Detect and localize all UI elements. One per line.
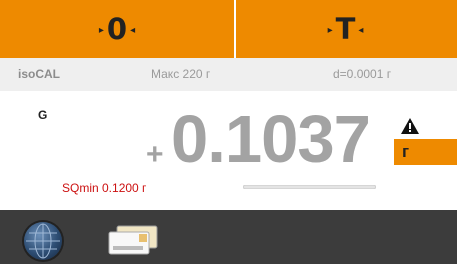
readability: d=0.0001 г	[333, 67, 392, 81]
taskbar	[0, 210, 457, 264]
cal-label: isoCAL	[18, 67, 60, 81]
arrow-left-icon: ◂	[130, 24, 136, 36]
card-icon[interactable]	[105, 224, 161, 258]
top-bar: ▸ 0 ◂ ▸ T ◂	[0, 0, 457, 58]
weighing-mode-indicator: G	[38, 108, 48, 122]
unit-button[interactable]: г	[394, 139, 457, 165]
weight-value: 0.1037	[171, 102, 371, 177]
info-bar: isoCAL Макс 220 г d=0.0001 г	[0, 58, 457, 91]
max-capacity: Макс 220 г	[151, 67, 211, 81]
warning-icon	[401, 118, 419, 134]
arrow-left-icon: ◂	[358, 24, 364, 36]
tare-button-label: T	[335, 12, 356, 46]
globe-icon[interactable]	[24, 222, 62, 260]
unit-label: г	[402, 142, 410, 161]
sqmin-label: SQmin 0.1200 г	[62, 181, 147, 195]
arrow-right-icon: ▸	[98, 24, 104, 36]
capacity-bar	[243, 185, 376, 189]
tare-button[interactable]: ▸ T ◂	[234, 0, 457, 58]
zero-button-label: 0	[106, 12, 128, 46]
weight-sign: +	[146, 138, 164, 171]
arrow-right-icon: ▸	[327, 24, 333, 36]
zero-button[interactable]: ▸ 0 ◂	[0, 0, 234, 58]
